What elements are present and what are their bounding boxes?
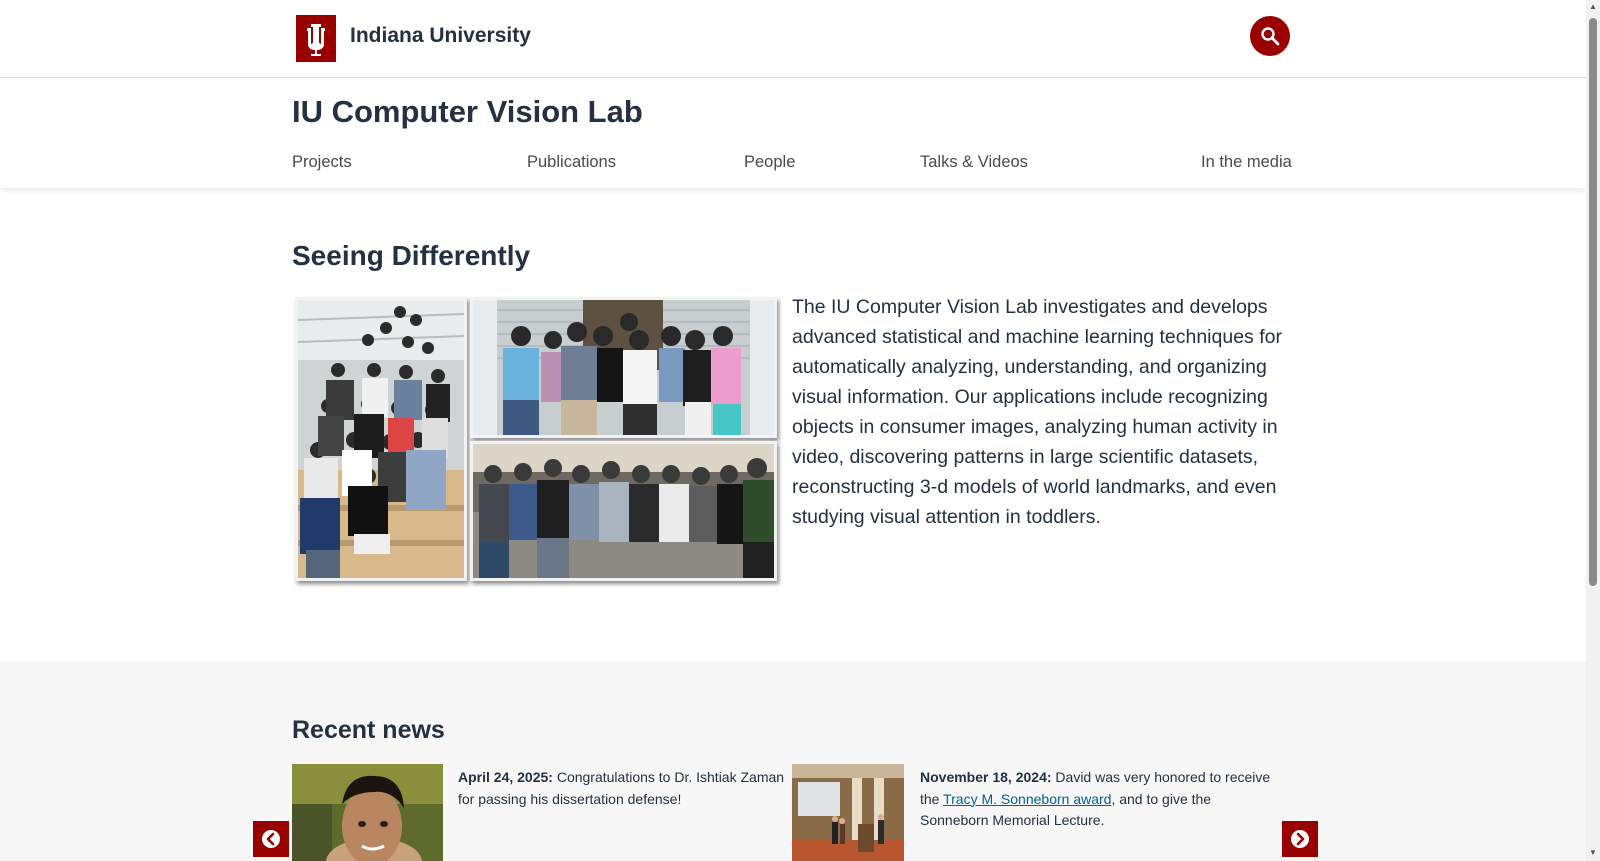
global-header: Indiana University [0, 0, 1586, 78]
iu-brand-link[interactable]: Indiana University [350, 24, 531, 48]
sonneborn-award-link[interactable]: Tracy M. Sonneborn award [943, 791, 1111, 807]
search-icon [1261, 27, 1280, 46]
iu-trident-icon[interactable] [296, 15, 336, 62]
nav-projects[interactable]: Projects [292, 153, 352, 172]
group-photo-collage [295, 297, 781, 584]
chevron-right-circle-icon [1291, 830, 1309, 848]
site-header: IU Computer Vision Lab Projects Publicat… [0, 78, 1586, 188]
nav-talks-videos[interactable]: Talks & Videos [920, 153, 1028, 172]
page-scrollbar[interactable]: ▲ ▼ [1586, 0, 1600, 861]
hero-title: Seeing Differently [292, 240, 531, 271]
nav-publications[interactable]: Publications [527, 153, 616, 172]
news-image-sonneborn-lecture[interactable] [792, 764, 904, 861]
scroll-thumb[interactable] [1589, 18, 1597, 586]
nav-people[interactable]: People [744, 153, 795, 172]
news-title: Recent news [292, 716, 445, 744]
search-button[interactable] [1250, 16, 1290, 56]
news-prev-button[interactable] [253, 821, 289, 857]
scroll-up-arrow-icon[interactable]: ▲ [1588, 2, 1598, 12]
hero-paragraph: The IU Computer Vision Lab investigates … [792, 296, 1282, 528]
site-title[interactable]: IU Computer Vision Lab [292, 94, 643, 130]
news-item-2-date: November 18, 2024: [920, 769, 1052, 785]
chevron-left-circle-icon [262, 830, 280, 848]
news-item-2: November 18, 2024: David was very honore… [920, 767, 1280, 832]
nav-in-the-media[interactable]: In the media [1201, 153, 1292, 172]
news-item-1-date: April 24, 2025: [458, 769, 553, 785]
news-next-button[interactable] [1282, 821, 1318, 857]
scroll-down-arrow-icon[interactable]: ▼ [1588, 848, 1598, 858]
news-image-ishtiak-zaman[interactable] [292, 764, 443, 861]
group-photo-stairs [295, 297, 467, 581]
group-photo-conference [470, 441, 777, 581]
news-item-1: April 24, 2025: Congratulations to Dr. I… [458, 767, 788, 810]
news-section: Recent news April 24, 2025: Congratulati… [0, 662, 1586, 861]
group-photo-outdoor [470, 297, 777, 438]
